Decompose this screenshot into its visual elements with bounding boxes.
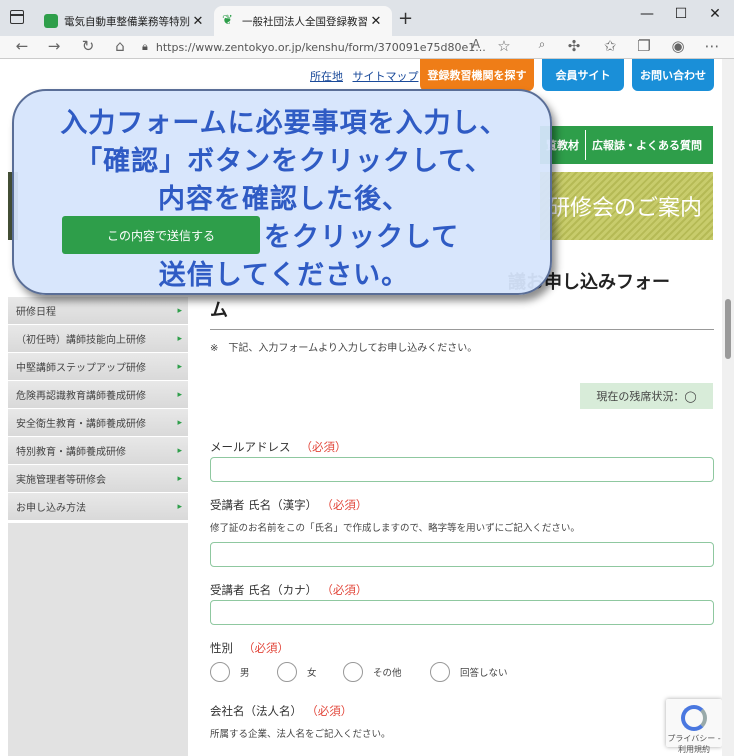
- radio-circle[interactable]: [277, 662, 297, 682]
- instruction-line-3: 内容を確認した後、: [158, 184, 410, 215]
- page-scrollbar[interactable]: [722, 59, 734, 756]
- gender-radio-other[interactable]: その他: [343, 662, 402, 682]
- gender-radio-female[interactable]: 女: [277, 662, 317, 682]
- address-bar[interactable]: 🔒︎ https://www.zentokyo.or.jp/kenshu/for…: [142, 36, 522, 58]
- radio-label: 男: [240, 668, 250, 679]
- radio-circle[interactable]: [430, 662, 450, 682]
- maximize-button[interactable]: ☐: [666, 6, 696, 22]
- radio-label: 女: [307, 668, 317, 679]
- required-badge: （必須）: [312, 704, 353, 718]
- title-divider: [210, 329, 714, 330]
- tab-title: 電気自動車整備業務等特別教育: [64, 15, 190, 28]
- company-help: 所属する企業、法人名をご記入ください。: [210, 729, 391, 740]
- radio-circle[interactable]: [343, 662, 363, 682]
- browser-tab-1[interactable]: 電気自動車整備業務等特別教育 ✕: [36, 6, 214, 36]
- address-url: https://www.zentokyo.or.jp/kenshu/form/3…: [155, 40, 486, 54]
- collections-icon[interactable]: ❐: [634, 37, 654, 55]
- name-kana-field[interactable]: [210, 600, 714, 625]
- company-label-text: 会社名（法人名）: [210, 704, 302, 718]
- sidebar-item-stepup[interactable]: 中堅講師ステップアップ研修: [8, 353, 188, 381]
- site-favicon-icon: ❦: [222, 13, 233, 28]
- radio-label: その他: [373, 668, 402, 679]
- sidebar-item-safety[interactable]: 安全衛生教育・講師養成研修: [8, 409, 188, 437]
- company-label: 会社名（法人名） （必須）: [210, 703, 352, 719]
- seat-status: 現在の残席状況：◯: [580, 383, 713, 409]
- email-label: メールアドレス （必須）: [210, 439, 347, 455]
- read-aloud-icon[interactable]: A: [466, 37, 486, 51]
- required-badge: （必須）: [300, 440, 347, 454]
- new-tab-button[interactable]: +: [398, 8, 413, 29]
- site-favicon-icon: [44, 14, 58, 28]
- name-kanji-field[interactable]: [210, 542, 714, 567]
- gender-label-text: 性別: [210, 641, 233, 655]
- close-tab-icon[interactable]: ✕: [368, 14, 384, 29]
- extensions-icon[interactable]: ✣: [564, 37, 584, 55]
- sidebar-item-apply[interactable]: お申し込み方法: [8, 493, 188, 521]
- send-button[interactable]: この内容で送信する: [62, 216, 260, 254]
- forward-icon[interactable]: →: [44, 37, 64, 55]
- recaptcha-text: プライバシー - 利用規約: [667, 734, 721, 754]
- page-title-line2: ム: [210, 300, 228, 321]
- instruction-line-2: 「確認」ボタンをクリックして、: [75, 146, 493, 177]
- name-kanji-label-text: 受講者 氏名（漢字）: [210, 498, 318, 512]
- sitemap-link[interactable]: サイトマップ: [353, 70, 419, 83]
- gender-radio-no-answer[interactable]: 回答しない: [430, 662, 508, 682]
- radio-label: 回答しない: [460, 668, 508, 679]
- instruction-line-4: をクリックして: [264, 222, 460, 253]
- refresh-icon[interactable]: ↻: [78, 37, 98, 55]
- member-site-button[interactable]: 会員サイト: [542, 59, 624, 91]
- required-badge: （必須）: [243, 641, 289, 655]
- location-link[interactable]: 所在地: [310, 70, 343, 83]
- home-icon[interactable]: ⌂: [110, 37, 130, 55]
- tab-title: 一般社団法人全国登録教習機関: [242, 15, 368, 28]
- recaptcha-icon: [681, 705, 707, 731]
- page-banner: 研修会のご案内: [540, 172, 713, 240]
- header-links: 所在地 サイトマップ: [310, 68, 425, 84]
- sidebar-item-special[interactable]: 特別教育・講師養成研修: [8, 437, 188, 465]
- nav-item-faq[interactable]: 広報誌・よくある質問: [586, 137, 708, 153]
- sidebar-item-schedule[interactable]: 研修日程: [8, 297, 188, 325]
- lock-icon: 🔒︎: [142, 40, 148, 53]
- recaptcha-badge[interactable]: プライバシー - 利用規約: [666, 699, 722, 754]
- name-kanji-help: 修了証のお名前をこの「氏名」で作成しますので、略字等を用いずにご記入ください。: [210, 523, 580, 534]
- gender-label: 性別 （必須）: [210, 640, 289, 656]
- instruction-line-1: 入力フォームに必要事項を入力し、: [60, 108, 508, 139]
- window-menu-icon[interactable]: [10, 10, 24, 24]
- radio-circle[interactable]: [210, 662, 230, 682]
- zoom-icon[interactable]: ⌕: [532, 37, 552, 52]
- gender-radio-male[interactable]: 男: [210, 662, 250, 682]
- email-label-text: メールアドレス: [210, 440, 291, 454]
- more-menu-icon[interactable]: ⋯: [702, 37, 722, 55]
- close-window-button[interactable]: ✕: [700, 6, 730, 22]
- sidebar-item-danger[interactable]: 危険再認識教育講師養成研修: [8, 381, 188, 409]
- name-kana-label: 受講者 氏名（カナ） （必須）: [210, 582, 367, 598]
- scrollbar-thumb[interactable]: [725, 299, 731, 359]
- back-icon[interactable]: ←: [12, 37, 32, 55]
- instruction-line-5: 送信してください。: [158, 260, 410, 291]
- browser-tab-2[interactable]: ❦ 一般社団法人全国登録教習機関 ✕: [214, 6, 392, 36]
- minimize-button[interactable]: —: [632, 6, 662, 22]
- global-nav: 覧教材 広報誌・よくある質問: [540, 126, 713, 164]
- required-badge: （必須）: [327, 583, 368, 597]
- required-badge: （必須）: [327, 498, 368, 512]
- name-kana-label-text: 受講者 氏名（カナ）: [210, 583, 318, 597]
- sidebar-item-beginner[interactable]: （初任時）講師技能向上研修: [8, 325, 188, 353]
- name-kanji-label: 受講者 氏名（漢字） （必須）: [210, 497, 367, 513]
- instruction-bubble: 入力フォームに必要事項を入力し、 「確認」ボタンをクリックして、 内容を確認した…: [12, 89, 552, 295]
- profile-avatar-icon[interactable]: ◉: [668, 37, 688, 55]
- sidebar-item-managers[interactable]: 実施管理者等研修会: [8, 465, 188, 493]
- find-school-button[interactable]: 登録教習機関を探す: [420, 59, 534, 91]
- browser-tab-bar: 電気自動車整備業務等特別教育 ✕ ❦ 一般社団法人全国登録教習機関 ✕ + — …: [0, 0, 734, 36]
- favorite-add-icon[interactable]: ☆: [494, 37, 514, 55]
- sidebar-background: [8, 523, 188, 756]
- form-note: ※ 下記、入力フォームより入力してお申し込みください。: [210, 343, 478, 354]
- favorites-icon[interactable]: ✩: [600, 37, 620, 55]
- browser-toolbar: ← → ↻ ⌂ 🔒︎ https://www.zentokyo.or.jp/ke…: [0, 36, 734, 58]
- close-tab-icon[interactable]: ✕: [190, 14, 206, 29]
- email-field[interactable]: [210, 457, 714, 482]
- sidebar-menu: 研修日程 （初任時）講師技能向上研修 中堅講師ステップアップ研修 危険再認識教育…: [8, 297, 188, 521]
- contact-button[interactable]: お問い合わせ: [632, 59, 714, 91]
